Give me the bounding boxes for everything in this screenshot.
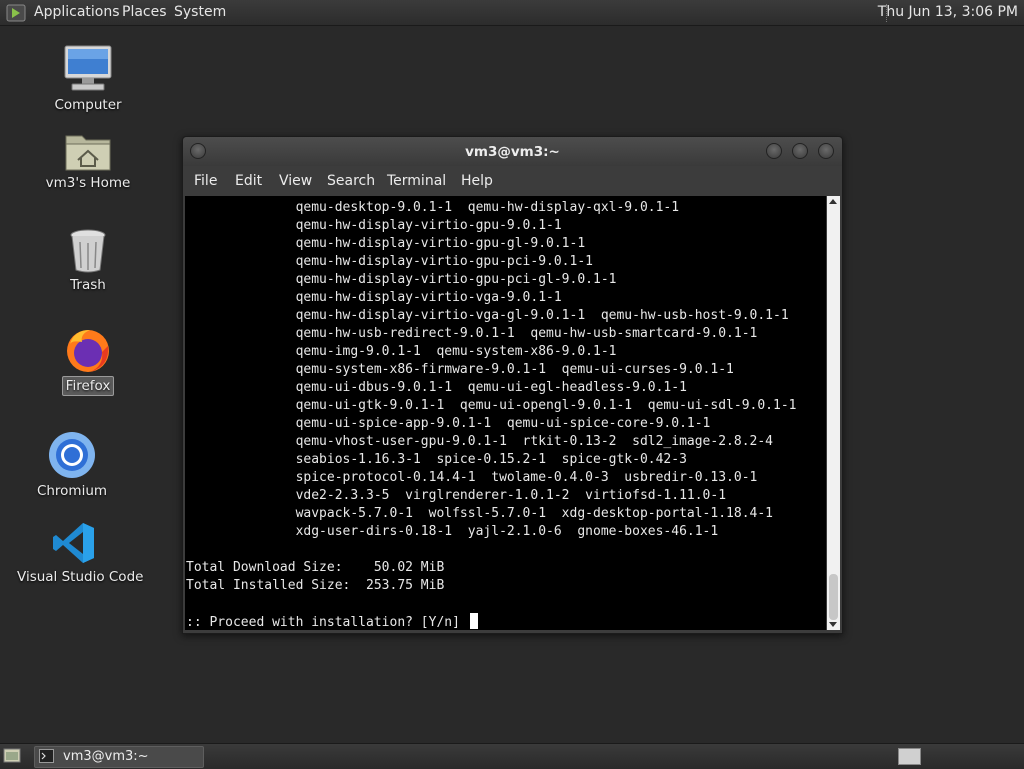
desktop-icon-label: vm3's Home	[45, 175, 131, 191]
maximize-button[interactable]	[792, 143, 808, 159]
scrollbar-thumb[interactable]	[829, 574, 838, 620]
terminal-line: seabios-1.16.3-1 spice-0.15.2-1 spice-gt…	[186, 452, 687, 467]
desktop-icon-firefox[interactable]: Firefox	[40, 326, 136, 396]
menu-view[interactable]: View	[279, 173, 312, 189]
terminal-cursor	[469, 613, 478, 629]
desktop-icon-computer[interactable]: Computer	[40, 44, 136, 114]
applications-menu[interactable]: Applications	[34, 4, 120, 20]
window-titlebar[interactable]: vm3@vm3:~	[183, 137, 842, 166]
terminal-window[interactable]: vm3@vm3:~ File Edit View Search Terminal…	[182, 136, 843, 634]
clock[interactable]: Thu Jun 13, 3:06 PM	[878, 4, 1018, 20]
terminal-prompt: :: Proceed with installation? [Y/n]	[186, 615, 468, 630]
terminal-scrollbar[interactable]	[827, 196, 840, 630]
terminal-line: Total Installed Size: 253.75 MiB	[186, 578, 445, 593]
workspace-switcher[interactable]	[898, 748, 921, 765]
taskbar-item-terminal[interactable]: vm3@vm3:~	[34, 746, 204, 768]
firefox-icon	[67, 330, 109, 372]
terminal-line: qemu-vhost-user-gpu-9.0.1-1 rtkit-0.13-2…	[186, 434, 773, 449]
terminal-line: qemu-ui-dbus-9.0.1-1 qemu-ui-egl-headles…	[186, 380, 687, 395]
terminal-line: qemu-ui-spice-app-9.0.1-1 qemu-ui-spice-…	[186, 416, 711, 431]
show-desktop-icon[interactable]	[3, 747, 21, 764]
chromium-icon	[49, 432, 95, 478]
desktop-icon-home[interactable]: vm3's Home	[40, 128, 136, 192]
scroll-down-arrow-icon[interactable]	[829, 622, 837, 627]
terminal-line: qemu-desktop-9.0.1-1 qemu-hw-display-qxl…	[186, 200, 680, 215]
terminal-line: Total Download Size: 50.02 MiB	[186, 560, 445, 575]
terminal-line: qemu-hw-usb-redirect-9.0.1-1 qemu-hw-usb…	[186, 326, 758, 341]
bottom-panel: vm3@vm3:~	[0, 743, 1024, 769]
terminal-line: qemu-system-x86-firmware-9.0.1-1 qemu-ui…	[186, 362, 734, 377]
window-title: vm3@vm3:~	[465, 144, 560, 160]
terminal-line: qemu-img-9.0.1-1 qemu-system-x86-9.0.1-1	[186, 344, 617, 359]
main-menu-icon[interactable]	[6, 4, 26, 22]
terminal-line: xdg-user-dirs-0.18-1 yajl-2.1.0-6 gnome-…	[186, 524, 719, 539]
terminal-line: vde2-2.3.3-5 virglrenderer-1.0.1-2 virti…	[186, 488, 727, 503]
trash-icon	[70, 229, 106, 273]
scroll-up-arrow-icon[interactable]	[829, 199, 837, 204]
home-folder-icon	[65, 135, 111, 171]
vscode-icon	[53, 523, 94, 563]
menu-search[interactable]: Search	[327, 173, 375, 189]
menu-file[interactable]: File	[194, 173, 217, 189]
desktop-icon-trash[interactable]: Trash	[40, 228, 136, 294]
desktop-icon-label: Chromium	[36, 483, 108, 499]
places-menu[interactable]: Places	[122, 4, 167, 20]
terminal-line: qemu-hw-display-virtio-gpu-9.0.1-1	[186, 218, 562, 233]
desktop-icon-label: Computer	[54, 97, 122, 113]
desktop-icon-vscode[interactable]: Visual Studio Code	[14, 520, 143, 586]
terminal-line: qemu-hw-display-virtio-gpu-pci-gl-9.0.1-…	[186, 272, 617, 287]
desktop-icon-label: Visual Studio Code	[17, 569, 144, 585]
close-button[interactable]	[818, 143, 834, 159]
terminal-line: qemu-hw-display-virtio-gpu-pci-9.0.1-1	[186, 254, 593, 269]
terminal-line: qemu-hw-display-virtio-vga-gl-9.0.1-1 qe…	[186, 308, 789, 323]
menu-help[interactable]: Help	[461, 173, 493, 189]
menu-terminal[interactable]: Terminal	[387, 173, 446, 189]
terminal-menubar: File Edit View Search Terminal Help	[183, 169, 842, 195]
terminal-icon	[39, 749, 54, 763]
desktop-icon-label: Firefox	[61, 376, 115, 396]
desktop-icon-chromium[interactable]: Chromium	[22, 430, 122, 500]
terminal-text: qemu-desktop-9.0.1-1 qemu-hw-display-qxl…	[185, 196, 826, 630]
terminal-line: wavpack-5.7.0-1 wolfssl-5.7.0-1 xdg-desk…	[186, 506, 773, 521]
taskbar-item-label: vm3@vm3:~	[63, 749, 149, 764]
terminal-line: spice-protocol-0.14.4-1 twolame-0.4.0-3 …	[186, 470, 758, 485]
top-panel: Applications Places System Thu Jun 13, 3…	[0, 0, 1024, 26]
system-menu[interactable]: System	[174, 4, 226, 20]
desktop-icon-label: Trash	[70, 277, 106, 293]
menu-edit[interactable]: Edit	[235, 173, 262, 189]
terminal-line: qemu-ui-gtk-9.0.1-1 qemu-ui-opengl-9.0.1…	[186, 398, 797, 413]
terminal-line: qemu-hw-display-virtio-gpu-gl-9.0.1-1	[186, 236, 586, 251]
terminal-line: qemu-hw-display-virtio-vga-9.0.1-1	[186, 290, 562, 305]
computer-icon	[64, 45, 112, 91]
minimize-button[interactable]	[766, 143, 782, 159]
terminal-output[interactable]: qemu-desktop-9.0.1-1 qemu-hw-display-qxl…	[185, 196, 826, 630]
